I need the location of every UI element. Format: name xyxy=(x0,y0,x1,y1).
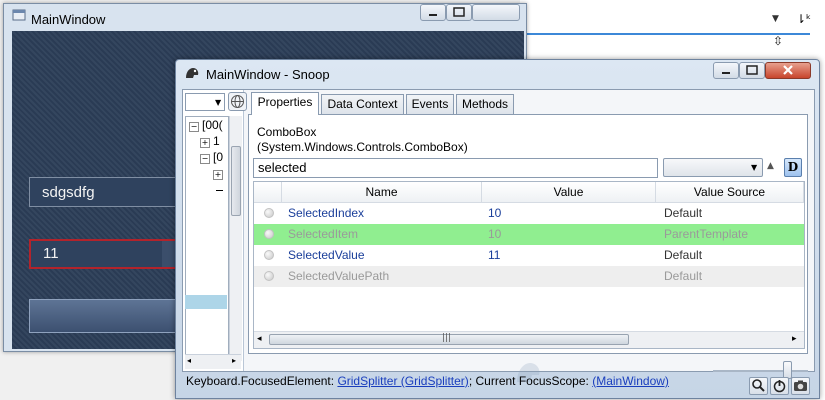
property-source: ParentTemplate xyxy=(664,227,749,241)
tab-properties[interactable]: Properties xyxy=(251,92,319,115)
snoop-window: MainWindow - Snoop ▼ − [00( + 1 − [0 + ◂… xyxy=(175,59,820,399)
background-editor-rule xyxy=(520,33,810,35)
grid-row[interactable]: SelectedValue 11 Default xyxy=(254,245,804,266)
visual-tree-pane: ▼ − [00( + 1 − [0 + ◂ ▸ xyxy=(183,90,247,371)
tree-item[interactable]: [0 xyxy=(213,150,223,164)
property-state-icon xyxy=(264,250,274,260)
scroll-thumb[interactable]: ||| xyxy=(269,333,629,345)
globe-icon[interactable] xyxy=(228,92,247,111)
property-source: Default xyxy=(664,269,703,283)
status-bar: Keyboard.FocusedElement: GridSplitter (G… xyxy=(182,372,813,392)
property-name: SelectedValue xyxy=(288,248,365,262)
grid-header-value-source[interactable]: Value Source xyxy=(656,182,804,203)
scroll-left-icon[interactable]: ◂ xyxy=(257,334,262,344)
sort-up-icon[interactable]: ▲ xyxy=(767,161,774,171)
snoop-maximize-button[interactable] xyxy=(739,62,765,79)
grid-row-highlighted[interactable]: SelectedItem 10 ParentTemplate xyxy=(254,224,804,245)
tree-vertical-scrollbar[interactable] xyxy=(229,116,242,361)
tab-events[interactable]: Events xyxy=(406,94,454,114)
scroll-right-icon[interactable]: ▸ xyxy=(232,356,236,365)
property-filter-combobox[interactable]: ▼ xyxy=(663,158,763,177)
collapse-icon[interactable]: − xyxy=(189,122,199,132)
background-splitter-icon[interactable]: ⇳ xyxy=(770,34,786,48)
focused-element-link[interactable]: GridSplitter (GridSplitter) xyxy=(337,374,468,388)
property-value[interactable]: 10 xyxy=(488,203,501,224)
grid-header-value[interactable]: Value xyxy=(482,182,656,203)
maximize-button[interactable] xyxy=(446,4,472,21)
tree-item[interactable]: 1 xyxy=(213,134,220,148)
background-dropdown-icon[interactable]: ▼ xyxy=(772,14,779,24)
snoop-close-button[interactable] xyxy=(765,62,811,79)
tab-data-context[interactable]: Data Context xyxy=(321,94,404,114)
property-name: SelectedItem xyxy=(288,227,359,241)
minimize-button[interactable] xyxy=(420,4,446,21)
chevron-down-icon: ▼ xyxy=(215,98,222,107)
tree-item-connector xyxy=(216,190,223,191)
status-scope-label: ; Current FocusScope: xyxy=(468,374,589,388)
property-state-icon xyxy=(264,271,274,281)
grid-header-name[interactable]: Name xyxy=(282,182,482,203)
text-input[interactable]: sdgsdfg xyxy=(29,177,199,207)
property-state-icon xyxy=(264,229,274,239)
selected-type-fullname: (System.Windows.Controls.ComboBox) xyxy=(257,140,468,154)
number-combobox[interactable]: 11 ▼ xyxy=(29,239,199,269)
property-source: Default xyxy=(664,248,703,262)
tree-item[interactable]: [00( xyxy=(202,118,223,132)
show-defaults-button[interactable]: D xyxy=(784,158,802,177)
background-split-icon[interactable]: ⇂ᵏ xyxy=(796,12,811,26)
expand-icon[interactable]: + xyxy=(213,170,223,180)
property-filter-input[interactable]: selected xyxy=(253,158,658,178)
focus-scope-link[interactable]: (MainWindow) xyxy=(592,374,669,388)
grid-horizontal-scrollbar[interactable]: ◂ ||| ▸ xyxy=(254,331,804,348)
snoop-title: MainWindow - Snoop xyxy=(206,67,330,82)
collapse-icon[interactable]: − xyxy=(200,154,210,164)
grid-row[interactable]: SelectedIndex 10 Default xyxy=(254,203,804,224)
app-icon xyxy=(12,8,26,22)
grid-row-disabled[interactable]: SelectedValuePath Default xyxy=(254,266,804,287)
scroll-left-icon[interactable]: ◂ xyxy=(187,356,191,365)
combobox-value: 11 xyxy=(43,245,59,262)
properties-grid: Name Value Value Source SelectedIndex 10… xyxy=(253,181,805,349)
tree-horizontal-scrollbar[interactable]: ◂ ▸ xyxy=(185,354,241,369)
scroll-right-icon[interactable]: ▸ xyxy=(792,334,797,344)
property-source: Default xyxy=(664,206,703,220)
snoop-minimize-button[interactable] xyxy=(713,62,739,79)
property-name: SelectedIndex xyxy=(288,206,365,220)
status-focused-label: Keyboard.FocusedElement: xyxy=(186,374,335,388)
close-button[interactable] xyxy=(472,4,520,21)
grid-header-icon-col xyxy=(254,182,282,203)
properties-panel: ComboBox (System.Windows.Controls.ComboB… xyxy=(248,114,808,354)
scroll-thumb[interactable] xyxy=(231,146,241,216)
tab-methods[interactable]: Methods xyxy=(456,94,514,114)
expand-icon[interactable]: + xyxy=(200,138,210,148)
visual-tree[interactable]: − [00( + 1 − [0 + xyxy=(185,116,229,361)
tree-selection-highlight xyxy=(185,295,227,309)
snoop-body: ▼ − [00( + 1 − [0 + ◂ ▸ Properties Data … xyxy=(182,89,815,395)
selected-type-name: ComboBox xyxy=(257,125,317,139)
property-name: SelectedValuePath xyxy=(288,269,390,283)
tree-root-combobox[interactable]: ▼ xyxy=(185,93,225,111)
chevron-down-icon: ▼ xyxy=(751,163,758,172)
property-value[interactable]: 11 xyxy=(488,245,500,266)
snoop-icon xyxy=(184,66,200,80)
property-value[interactable]: 10 xyxy=(488,224,501,245)
window-title: MainWindow xyxy=(31,12,106,27)
property-state-icon xyxy=(264,208,274,218)
grip-icon: ||| xyxy=(442,333,452,343)
